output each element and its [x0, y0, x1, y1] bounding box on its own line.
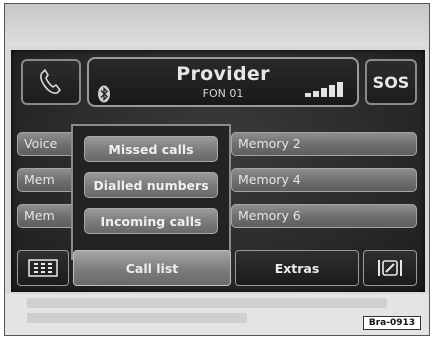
- figure-reference-label: Bra-0913: [362, 316, 421, 330]
- call-list-button[interactable]: Call list: [73, 250, 231, 286]
- keypad-button[interactable]: [17, 250, 69, 286]
- bluetooth-icon: [98, 85, 110, 103]
- photo-frame: Provider FON 01 SOS Voice Memory 2 Mem M…: [4, 3, 430, 336]
- incoming-calls-button[interactable]: Incoming calls: [84, 208, 218, 234]
- keypad-icon: [28, 259, 58, 277]
- infotainment-screen: Provider FON 01 SOS Voice Memory 2 Mem M…: [11, 50, 425, 292]
- memory-button-2[interactable]: Memory 2: [231, 132, 417, 156]
- call-list-popup: Missed calls Dialled numbers Incoming ca…: [71, 124, 231, 260]
- phone-book-icon: [378, 260, 402, 276]
- memory-button-6[interactable]: Memory 6: [231, 204, 417, 228]
- device-bezel: [5, 4, 429, 46]
- provider-display: Provider FON 01: [87, 57, 359, 107]
- dialled-numbers-button[interactable]: Dialled numbers: [84, 172, 218, 198]
- extras-button[interactable]: Extras: [235, 250, 359, 286]
- memory-button-4[interactable]: Memory 4: [231, 168, 417, 192]
- missed-calls-button[interactable]: Missed calls: [84, 136, 218, 162]
- phone-handset-icon: [40, 69, 61, 94]
- phone-book-button[interactable]: [363, 250, 417, 286]
- sos-button[interactable]: SOS: [365, 59, 417, 105]
- signal-strength-icon: [305, 82, 343, 97]
- phone-button[interactable]: [21, 59, 81, 105]
